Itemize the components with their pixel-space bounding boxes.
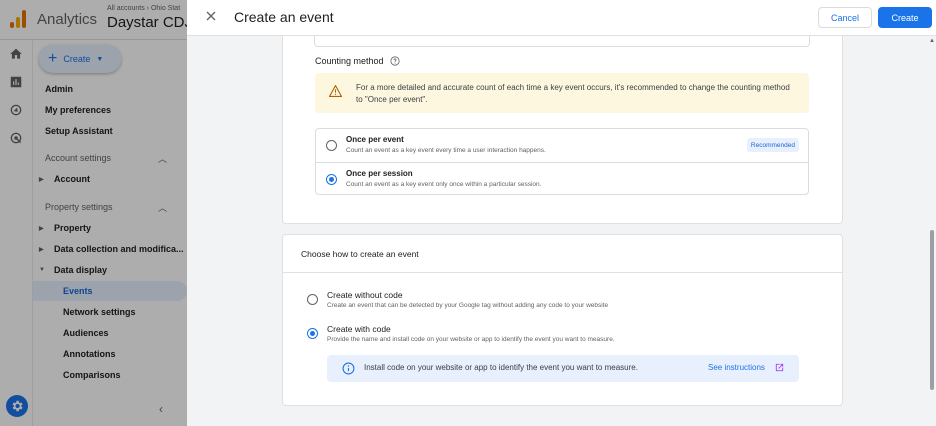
option-create-with-code[interactable]: Create with code Provide the name and in… (283, 324, 842, 352)
option-title: Once per session (346, 169, 413, 178)
scroll-up-icon[interactable]: ▲ (929, 38, 935, 44)
recommended-badge: Recommended (746, 138, 799, 152)
panel-header: Create an event Cancel Create (187, 0, 936, 36)
help-icon[interactable] (389, 56, 400, 66)
counting-warning-banner: For a more detailed and accurate count o… (315, 73, 809, 113)
radio-create-without-code[interactable] (307, 294, 318, 305)
panel-scrollbar[interactable]: ▲ (928, 36, 936, 426)
counting-options: Once per event Count an event as a key e… (315, 128, 809, 195)
open-in-new-icon[interactable] (774, 362, 785, 373)
cancel-button[interactable]: Cancel (818, 7, 872, 28)
option-description: Provide the name and install code on you… (327, 336, 615, 343)
option-description: Count an event as a key event every time… (346, 147, 546, 154)
counting-warning-text: For a more detailed and accurate count o… (356, 83, 790, 104)
option-create-without-code[interactable]: Create without code Create an event that… (283, 290, 842, 318)
key-event-settings-card: Counting method For a more detailed and … (282, 36, 843, 224)
info-icon (342, 362, 355, 375)
previous-field-bottom (314, 36, 810, 47)
counting-method-label: Counting method (315, 56, 384, 66)
divider (283, 272, 842, 273)
scrollbar-thumb[interactable] (930, 230, 934, 390)
screen: Analytics All accounts › Ohio Stat Dayst… (0, 0, 936, 426)
option-once-per-session[interactable]: Once per session Count an event as a key… (316, 162, 808, 195)
option-description: Count an event as a key event only once … (346, 181, 542, 188)
create-event-panel: Create an event Cancel Create ▲ Counting… (187, 0, 936, 426)
counting-method-heading: Counting method (315, 56, 400, 66)
creation-method-title: Choose how to create an event (301, 249, 419, 259)
info-text: Install code on your website or app to i… (364, 363, 638, 372)
creation-method-card: Choose how to create an event Create wit… (282, 234, 843, 406)
option-title: Once per event (346, 135, 404, 144)
create-button[interactable]: Create (878, 7, 932, 28)
install-code-info-banner: Install code on your website or app to i… (327, 355, 799, 382)
option-title: Create without code (327, 290, 403, 300)
radio-once-per-event[interactable] (326, 140, 337, 151)
see-instructions-link[interactable]: See instructions (708, 363, 765, 372)
radio-create-with-code[interactable] (307, 328, 318, 339)
radio-once-per-session[interactable] (326, 174, 337, 185)
warning-icon (329, 85, 342, 97)
option-title: Create with code (327, 324, 391, 334)
option-once-per-event[interactable]: Once per event Count an event as a key e… (316, 129, 808, 162)
modal-scrim[interactable] (0, 0, 187, 426)
panel-title: Create an event (234, 9, 334, 25)
close-icon[interactable] (203, 8, 219, 24)
option-description: Create an event that can be detected by … (327, 302, 609, 309)
